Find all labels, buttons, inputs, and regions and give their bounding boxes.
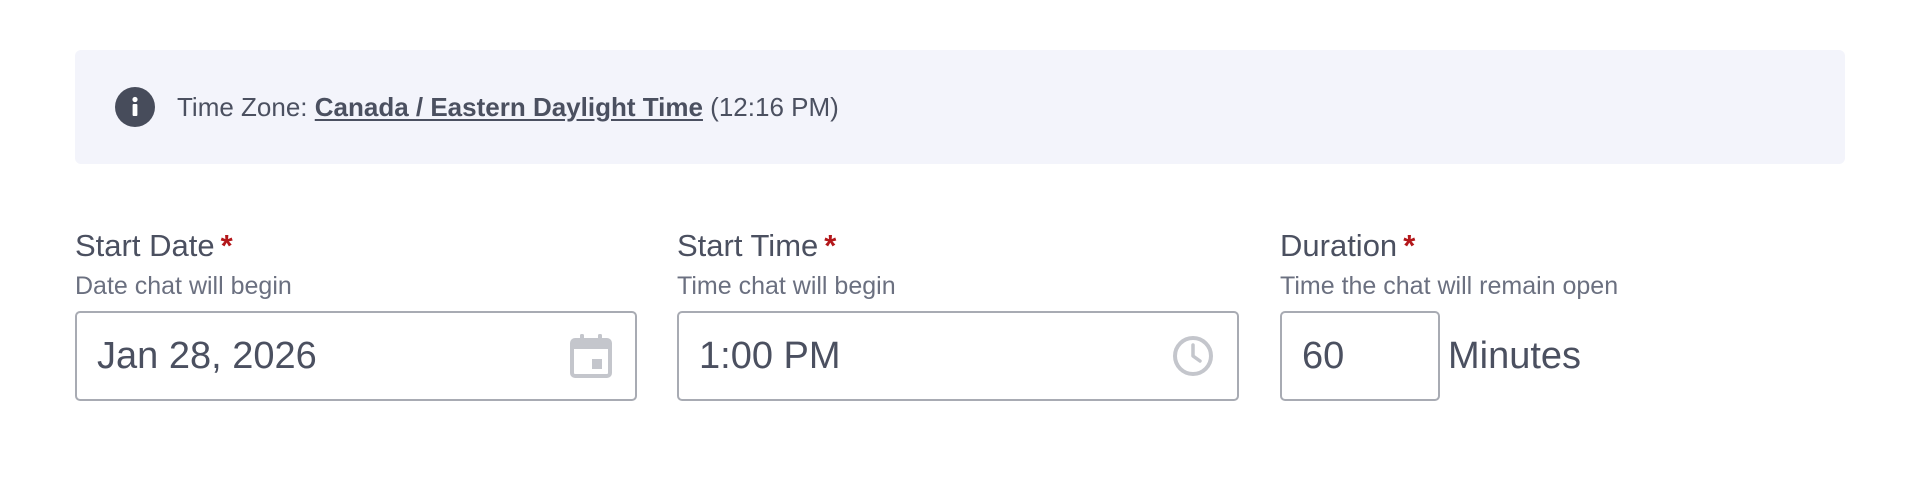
required-marker: * — [1403, 228, 1416, 263]
clock-icon[interactable] — [1171, 334, 1215, 378]
start-time-label: Start Time * — [677, 228, 837, 263]
calendar-icon[interactable] — [569, 334, 613, 378]
timezone-text: Time Zone: Canada / Eastern Daylight Tim… — [177, 92, 839, 123]
duration-unit-label: Minutes — [1448, 334, 1582, 377]
start-date-field: Start Date * Date chat will begin Jan 28,… — [75, 225, 637, 401]
start-time-field: Start Time * Time chat will begin 1:00 PM — [677, 225, 1239, 401]
duration-row: 60 Minutes — [1280, 303, 1800, 401]
duration-help: Time the chat will remain open — [1280, 272, 1619, 300]
start-date-help: Date chat will begin — [75, 272, 292, 300]
scheduling-form: Time Zone: Canada / Eastern Daylight Tim… — [0, 0, 1908, 484]
timezone-info-banner: Time Zone: Canada / Eastern Daylight Tim… — [75, 50, 1845, 164]
start-date-input[interactable]: Jan 28, 2026 — [75, 311, 637, 401]
duration-label: Duration * — [1280, 228, 1416, 263]
start-time-input[interactable]: 1:00 PM — [677, 311, 1239, 401]
start-date-value: Jan 28, 2026 — [97, 334, 317, 377]
timezone-prefix: Time Zone: — [177, 91, 315, 122]
info-icon — [115, 87, 155, 127]
current-time: (12:16 PM) — [702, 91, 839, 122]
start-date-label: Start Date * — [75, 228, 233, 263]
required-marker: * — [824, 228, 837, 263]
timezone-link[interactable]: Canada / Eastern Daylight Time — [315, 92, 703, 122]
required-marker: * — [220, 228, 233, 263]
start-time-value: 1:00 PM — [699, 334, 841, 377]
start-time-help: Time chat will begin — [677, 272, 896, 300]
duration-field: Duration * Time the chat will remain open… — [1280, 225, 1800, 401]
duration-input[interactable]: 60 — [1280, 311, 1440, 401]
duration-value: 60 — [1302, 334, 1345, 377]
